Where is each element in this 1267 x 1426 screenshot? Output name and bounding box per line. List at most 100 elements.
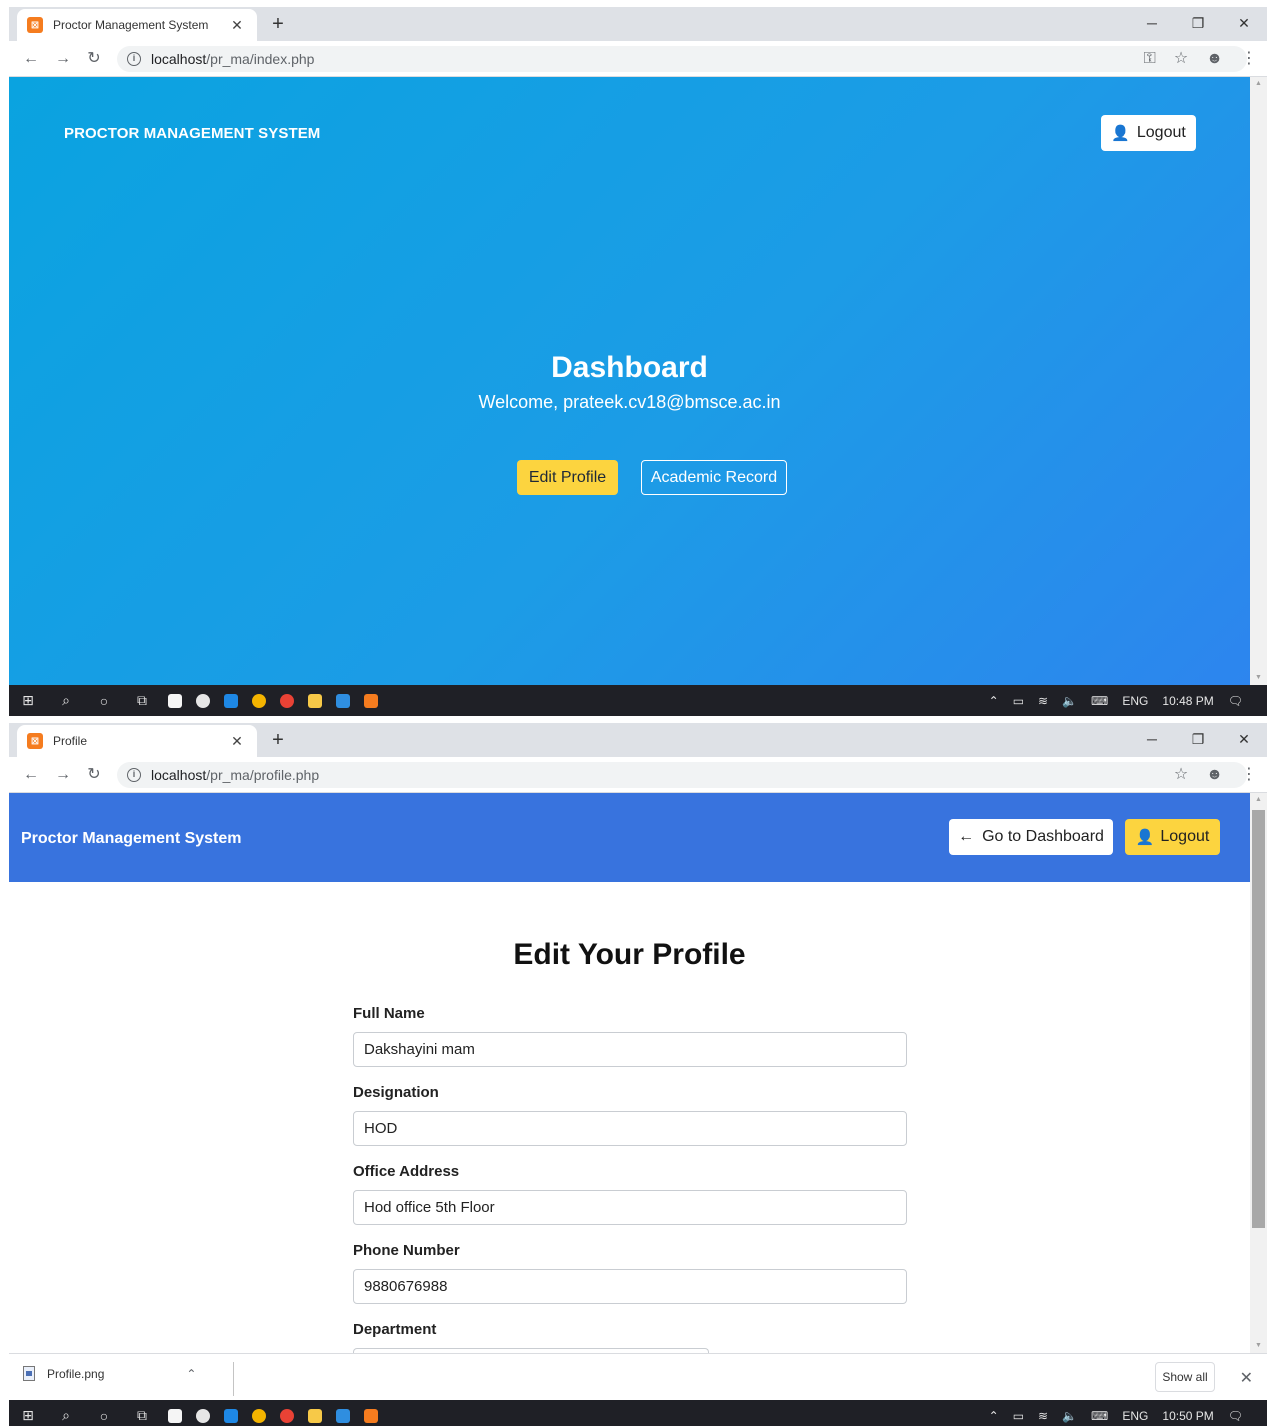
minimize-icon[interactable]: ─ xyxy=(1129,7,1175,41)
chevron-up-icon[interactable]: ⌃ xyxy=(186,1367,196,1381)
logout-button[interactable]: 👤 Logout xyxy=(1101,115,1196,151)
whatsapp-icon[interactable] xyxy=(217,685,245,716)
cortana-icon[interactable]: ○ xyxy=(85,693,123,709)
user-icon: 👤 xyxy=(1111,125,1130,142)
image-file-icon xyxy=(23,1366,35,1381)
go-to-dashboard-label: Go to Dashboard xyxy=(982,828,1104,845)
navbar-brand[interactable]: PROCTOR MANAGEMENT SYSTEM xyxy=(64,125,320,142)
store-icon[interactable] xyxy=(161,1400,189,1426)
windows-start-icon[interactable]: ⊞ xyxy=(9,692,47,709)
full-name-input[interactable]: Dakshayini mam xyxy=(353,1032,907,1067)
keyboard-icon[interactable]: ⌨ xyxy=(1091,1409,1108,1423)
show-all-button[interactable]: Show all xyxy=(1155,1362,1215,1392)
windows-start-icon[interactable]: ⊞ xyxy=(9,1407,47,1424)
search-icon[interactable]: ⌕ xyxy=(47,1407,85,1424)
forward-icon[interactable]: → xyxy=(53,764,73,786)
restore-icon[interactable]: ❐ xyxy=(1175,723,1221,757)
battery-icon[interactable]: ▭ xyxy=(1013,694,1024,708)
logout-button[interactable]: 👤 Logout xyxy=(1125,819,1220,855)
xampp-taskbar-icon[interactable] xyxy=(357,685,385,716)
file-explorer-icon[interactable] xyxy=(301,685,329,716)
touch-icon[interactable] xyxy=(189,685,217,716)
dashboard-browser-window: ⊠ Proctor Management System ✕ + ─ ❐ ✕ ← … xyxy=(0,0,1267,716)
taskbar-apps: ⊞ ⌕ ○ ⧉ xyxy=(9,685,385,716)
battery-icon[interactable]: ▭ xyxy=(1013,1409,1024,1423)
scroll-down-icon[interactable]: ▼ xyxy=(1250,671,1267,685)
scroll-up-icon[interactable]: ▲ xyxy=(1250,77,1267,91)
scroll-up-icon[interactable]: ▲ xyxy=(1250,793,1267,807)
profile-avatar-icon[interactable]: ☻ xyxy=(1206,764,1223,786)
cortana-icon[interactable]: ○ xyxy=(85,1408,123,1424)
download-item[interactable]: Profile.png ⌃ xyxy=(23,1366,196,1381)
touch-icon[interactable] xyxy=(189,1400,217,1426)
phone-number-input[interactable]: 9880676988 xyxy=(353,1269,907,1304)
notifications-icon[interactable]: 🗨 xyxy=(1228,1409,1243,1423)
store-icon[interactable] xyxy=(161,685,189,716)
browser-tab[interactable]: ⊠ Proctor Management System ✕ xyxy=(17,9,257,41)
tab-title: Profile xyxy=(53,734,88,748)
close-window-icon[interactable]: ✕ xyxy=(1221,7,1267,41)
url-input[interactable]: i localhost/pr_ma/profile.php xyxy=(117,762,1247,788)
search-icon[interactable]: ⌕ xyxy=(47,692,85,709)
tray-chevron-icon[interactable]: ⌃ xyxy=(989,1409,999,1423)
language-indicator[interactable]: ENG xyxy=(1122,1409,1148,1423)
whatsapp-icon[interactable] xyxy=(217,1400,245,1426)
clock[interactable]: 10:50 PM xyxy=(1162,1409,1213,1423)
chrome-active-icon[interactable] xyxy=(273,1400,301,1426)
wifi-icon[interactable]: ≋ xyxy=(1038,1409,1048,1423)
task-view-icon[interactable]: ⧉ xyxy=(123,692,161,709)
new-tab-icon[interactable]: + xyxy=(267,13,289,36)
dashboard-page: PROCTOR MANAGEMENT SYSTEM 👤 Logout Dashb… xyxy=(9,77,1250,685)
chrome-icon[interactable] xyxy=(245,1400,273,1426)
file-explorer-icon[interactable] xyxy=(301,1400,329,1426)
vscode-icon[interactable] xyxy=(329,685,357,716)
url-input[interactable]: i localhost/pr_ma/index.php xyxy=(117,46,1247,72)
minimize-icon[interactable]: ─ xyxy=(1129,723,1175,757)
close-tab-icon[interactable]: ✕ xyxy=(229,733,245,750)
task-view-icon[interactable]: ⧉ xyxy=(123,1407,161,1424)
bookmark-star-icon[interactable]: ☆ xyxy=(1174,764,1188,786)
restore-icon[interactable]: ❐ xyxy=(1175,7,1221,41)
navbar-brand[interactable]: Proctor Management System xyxy=(21,830,242,848)
info-icon[interactable]: i xyxy=(127,52,141,66)
download-shelf: Profile.png ⌃ Show all ✕ xyxy=(9,1353,1267,1400)
reload-icon[interactable]: ↻ xyxy=(84,764,104,786)
designation-input[interactable]: HOD xyxy=(353,1111,907,1146)
profile-avatar-icon[interactable]: ☻ xyxy=(1206,48,1223,70)
volume-icon[interactable]: 🔈 xyxy=(1062,1409,1077,1423)
scroll-down-icon[interactable]: ▼ xyxy=(1250,1339,1267,1353)
office-address-input[interactable]: Hod office 5th Floor xyxy=(353,1190,907,1225)
academic-record-button[interactable]: Academic Record xyxy=(641,460,787,495)
clock[interactable]: 10:48 PM xyxy=(1162,694,1213,708)
page-scrollbar[interactable]: ▲ ▼ xyxy=(1250,77,1267,685)
back-icon[interactable]: ← xyxy=(21,764,41,786)
close-window-icon[interactable]: ✕ xyxy=(1221,723,1267,757)
xampp-taskbar-icon[interactable] xyxy=(357,1400,385,1426)
back-icon[interactable]: ← xyxy=(21,48,41,70)
tray-chevron-icon[interactable]: ⌃ xyxy=(989,694,999,708)
bookmark-star-icon[interactable]: ☆ xyxy=(1174,48,1188,70)
close-tab-icon[interactable]: ✕ xyxy=(229,17,245,34)
menu-dots-icon[interactable]: ⋮ xyxy=(1241,764,1257,786)
language-indicator[interactable]: ENG xyxy=(1122,694,1148,708)
new-tab-icon[interactable]: + xyxy=(267,729,289,752)
edit-profile-button[interactable]: Edit Profile xyxy=(517,460,618,495)
chrome-icon[interactable] xyxy=(245,685,273,716)
keyboard-icon[interactable]: ⌨ xyxy=(1091,694,1108,708)
reload-icon[interactable]: ↻ xyxy=(84,48,104,70)
browser-tab[interactable]: ⊠ Profile ✕ xyxy=(17,725,257,757)
address-bar: ← → ↻ i localhost/pr_ma/profile.php ☆ ☻ … xyxy=(9,757,1267,793)
go-to-dashboard-button[interactable]: ← Go to Dashboard xyxy=(949,819,1113,855)
scrollbar-thumb[interactable] xyxy=(1252,810,1265,1228)
wifi-icon[interactable]: ≋ xyxy=(1038,694,1048,708)
volume-icon[interactable]: 🔈 xyxy=(1062,694,1077,708)
menu-dots-icon[interactable]: ⋮ xyxy=(1241,48,1257,70)
info-icon[interactable]: i xyxy=(127,768,141,782)
close-icon[interactable]: ✕ xyxy=(1240,1368,1253,1388)
key-icon[interactable]: ⚿ xyxy=(1144,48,1156,70)
chrome-active-icon[interactable] xyxy=(273,685,301,716)
vscode-icon[interactable] xyxy=(329,1400,357,1426)
page-scrollbar[interactable]: ▲ ▼ xyxy=(1250,793,1267,1353)
notifications-icon[interactable]: 🗨 xyxy=(1228,694,1243,708)
forward-icon[interactable]: → xyxy=(53,48,73,70)
